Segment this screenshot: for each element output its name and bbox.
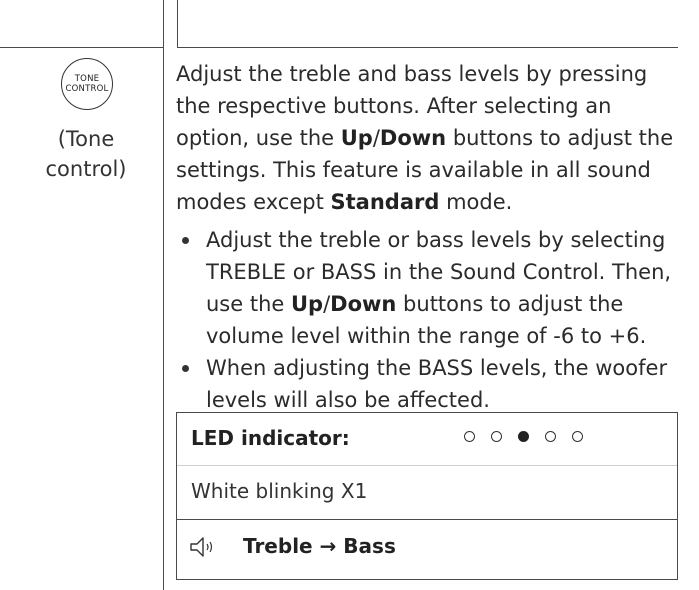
led-indicator-label: LED indicator: [191, 426, 350, 450]
bullet-2-text: When adjusting the BASS levels, the woof… [206, 356, 668, 412]
tone-badge-line1: TONE [74, 74, 100, 84]
led-dot-off [545, 431, 556, 442]
led-dot-off [464, 431, 475, 442]
tone-control-button-icon: TONE CONTROL [61, 58, 113, 110]
led-dot-on [518, 431, 529, 442]
bullet-dot [182, 237, 189, 244]
led-status-row: White blinking X1 [177, 466, 677, 520]
top-left-divider [0, 47, 163, 48]
speaker-sound-icon [190, 537, 213, 557]
top-right-divider [177, 47, 678, 48]
led-dot-off [572, 431, 583, 442]
description-paragraph: Adjust the treble and bass levels by pre… [176, 58, 681, 218]
down-label: Down [379, 126, 447, 150]
led-indicator-table: LED indicator: White blinking X1 Treble … [176, 412, 678, 580]
bullet-dot [182, 365, 189, 372]
tone-control-caption: (Tone control) [45, 127, 127, 181]
bullet-up-label: Up [290, 292, 324, 316]
top-cell-divider [177, 0, 178, 47]
description-block: Adjust the treble and bass levels by pre… [176, 58, 681, 416]
up-label: Up [340, 126, 373, 150]
led-sequence-row: Treble → Bass [177, 520, 677, 579]
standard-label: Standard [330, 190, 440, 214]
column-divider [163, 0, 164, 590]
bullet-list: Adjust the treble or bass levels by sele… [176, 224, 681, 416]
bullet-item: When adjusting the BASS levels, the woof… [176, 352, 681, 416]
led-indicator-row: LED indicator: [177, 413, 677, 466]
slash: / [372, 126, 380, 150]
description-text-3: mode. [439, 190, 513, 214]
tone-badge-line2: CONTROL [65, 84, 109, 94]
sound-sequence-text: Treble → Bass [243, 534, 396, 558]
led-dot-pattern [464, 431, 583, 442]
bullet-down-label: Down [330, 292, 397, 316]
bullet-item: Adjust the treble or bass levels by sele… [176, 224, 681, 352]
led-dot-off [491, 431, 502, 442]
led-status-text: White blinking X1 [191, 479, 368, 503]
